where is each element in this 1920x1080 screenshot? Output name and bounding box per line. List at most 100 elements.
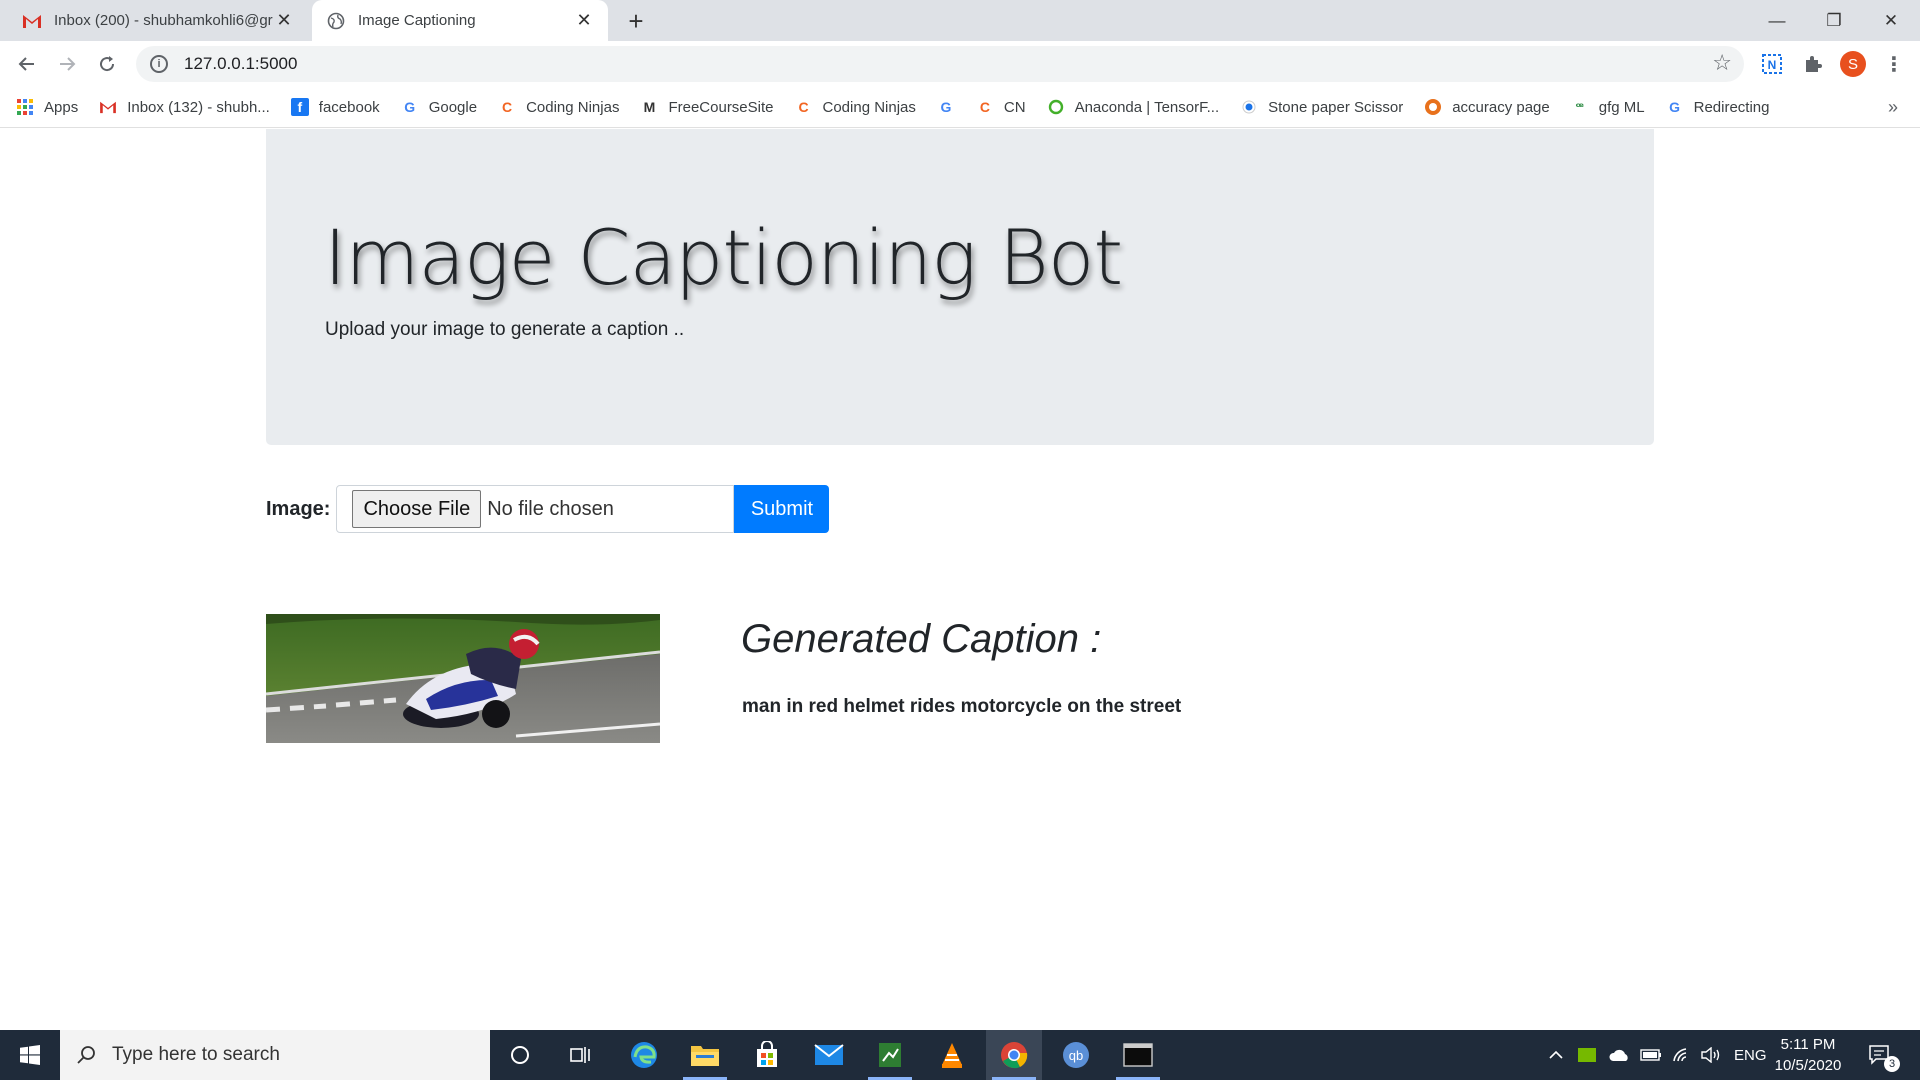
google-icon: G: [404, 99, 416, 115]
new-tab-button[interactable]: +: [620, 5, 652, 37]
bookmark-freecoursesite[interactable]: M FreeCourseSite: [640, 98, 774, 116]
bookmark-apps[interactable]: Apps: [16, 98, 78, 116]
address-bar[interactable]: i 127.0.0.1:5000 ☆: [136, 46, 1744, 82]
coding-ninjas-icon: C: [979, 99, 990, 115]
google-icon: G: [940, 99, 952, 115]
bookmark-label: CN: [1003, 98, 1026, 116]
dot-icon: [1240, 98, 1258, 116]
wifi-icon[interactable]: [1672, 1030, 1692, 1080]
bookmark-label: Coding Ninjas: [822, 98, 916, 116]
show-hidden-icons-chevron[interactable]: [1548, 1030, 1564, 1080]
close-tab-icon[interactable]: ✕: [274, 10, 294, 31]
sheets-app-icon[interactable]: [862, 1030, 918, 1080]
minimize-button[interactable]: —: [1749, 0, 1805, 41]
bookmarks-overflow-icon[interactable]: »: [1888, 97, 1898, 118]
reload-button[interactable]: [91, 48, 123, 80]
start-button[interactable]: [0, 1030, 60, 1080]
forward-button[interactable]: [51, 48, 83, 80]
extension-n-icon[interactable]: N: [1758, 50, 1786, 78]
bookmark-label: facebook: [318, 98, 380, 116]
choose-file-button[interactable]: Choose File: [352, 490, 482, 528]
close-tab-icon[interactable]: ✕: [574, 10, 594, 31]
bookmark-google[interactable]: G Google: [401, 98, 477, 116]
nvidia-icon[interactable]: [1578, 1030, 1596, 1080]
bookmark-label: Redirecting: [1693, 98, 1770, 116]
arrow-right-icon: [60, 57, 76, 71]
image-label: Image:: [266, 497, 331, 520]
store-icon[interactable]: [739, 1030, 795, 1080]
bookmark-label: Anaconda | TensorF...: [1074, 98, 1220, 116]
search-placeholder: Type here to search: [112, 1044, 280, 1065]
task-view-icon[interactable]: [553, 1030, 609, 1080]
action-center-button[interactable]: 3: [1868, 1030, 1900, 1080]
file-input[interactable]: Choose File No file chosen: [336, 485, 735, 533]
arrow-left-icon: [18, 57, 34, 71]
bookmark-google-2[interactable]: G: [937, 98, 955, 116]
bookmark-label: gfg ML: [1598, 98, 1645, 116]
tab-title: Inbox (200) - shubhamkohli6@gr: [54, 12, 273, 29]
bookmark-label: Coding Ninjas: [526, 98, 620, 116]
bookmark-gfg-ml[interactable]: ꟹ gfg ML: [1571, 98, 1645, 116]
clock-time: 5:11 PM: [1780, 1036, 1836, 1053]
extensions-puzzle-icon[interactable]: [1799, 50, 1827, 78]
battery-icon[interactable]: [1640, 1030, 1662, 1080]
gmail-icon: [99, 98, 117, 116]
svg-text:qb: qb: [1069, 1048, 1083, 1063]
svg-text:N: N: [1768, 58, 1777, 72]
bookmark-coding-ninjas-2[interactable]: C Coding Ninjas: [795, 98, 916, 116]
bookmark-stone-paper-scissor[interactable]: Stone paper Scissor: [1240, 98, 1403, 116]
tab-image-captioning[interactable]: Image Captioning ✕: [312, 0, 608, 41]
reload-icon: [100, 56, 115, 72]
bookmark-label: accuracy page: [1452, 98, 1550, 116]
file-status-text: No file chosen: [487, 497, 614, 520]
info-icon[interactable]: i: [150, 55, 168, 73]
menu-kebab-icon[interactable]: ⋮: [1880, 50, 1908, 78]
tab-gmail-inbox[interactable]: Inbox (200) - shubhamkohli6@gr ✕: [8, 0, 308, 41]
generated-caption: man in red helmet rides motorcycle on th…: [742, 696, 1182, 717]
terminal-icon[interactable]: [1110, 1030, 1166, 1080]
facebook-icon: f: [290, 98, 309, 116]
edge-icon[interactable]: [616, 1030, 672, 1080]
qbittorrent-icon[interactable]: qb: [1048, 1030, 1104, 1080]
globe-icon: [326, 11, 346, 31]
onedrive-cloud-icon[interactable]: [1608, 1030, 1630, 1080]
submit-button[interactable]: Submit: [734, 485, 830, 533]
taskbar-search-input[interactable]: Type here to search: [60, 1030, 490, 1080]
close-window-button[interactable]: ✕: [1863, 0, 1919, 41]
language-indicator[interactable]: ENG: [1734, 1030, 1767, 1080]
bookmark-inbox[interactable]: Inbox (132) - shubh...: [99, 98, 270, 116]
vlc-icon[interactable]: [924, 1030, 980, 1080]
upload-form: Image: Choose File No file chosen Submit: [266, 484, 830, 534]
bookmark-redirecting[interactable]: G Redirecting: [1666, 98, 1770, 116]
url-text: 127.0.0.1:5000: [184, 54, 298, 73]
bookmark-star-icon[interactable]: ☆: [1712, 50, 1732, 76]
gmail-icon: [22, 11, 42, 31]
volume-icon[interactable]: [1700, 1030, 1722, 1080]
bookmark-cn[interactable]: C CN: [976, 98, 1026, 116]
file-explorer-icon[interactable]: [677, 1030, 733, 1080]
browser-toolbar: i 127.0.0.1:5000 ☆ N S ⋮: [0, 41, 1920, 87]
bookmark-facebook[interactable]: f facebook: [290, 98, 380, 116]
bookmark-anaconda[interactable]: Anaconda | TensorF...: [1047, 98, 1220, 116]
bookmark-label: Apps: [44, 98, 79, 116]
chrome-icon[interactable]: [986, 1030, 1042, 1080]
apps-grid-icon: [16, 98, 34, 116]
bookmark-coding-ninjas[interactable]: C Coding Ninjas: [498, 98, 619, 116]
tab-title: Image Captioning: [358, 12, 476, 29]
maximize-button[interactable]: ❐: [1806, 0, 1862, 41]
browser-tab-strip: Inbox (200) - shubhamkohli6@gr ✕ Image C…: [0, 0, 1920, 41]
profile-avatar[interactable]: S: [1839, 50, 1867, 78]
cortana-icon[interactable]: [492, 1030, 548, 1080]
bookmarks-bar: Apps Inbox (132) - shubh... f facebook G…: [0, 87, 1920, 128]
page-title: Image Captioning Bot: [324, 213, 1123, 302]
back-button[interactable]: [11, 48, 43, 80]
search-icon: [77, 1046, 95, 1064]
bookmark-accuracy-page[interactable]: accuracy page: [1424, 98, 1550, 116]
windows-logo-icon: [20, 1045, 40, 1065]
mail-icon[interactable]: [801, 1030, 857, 1080]
clock[interactable]: 5:11 PM 10/5/2020: [1768, 1034, 1848, 1076]
caption-heading: Generated Caption :: [741, 617, 1102, 661]
freecoursesite-icon: M: [643, 99, 656, 115]
bookmark-label: FreeCourseSite: [668, 98, 774, 116]
page-subtitle: Upload your image to generate a caption …: [325, 319, 685, 340]
